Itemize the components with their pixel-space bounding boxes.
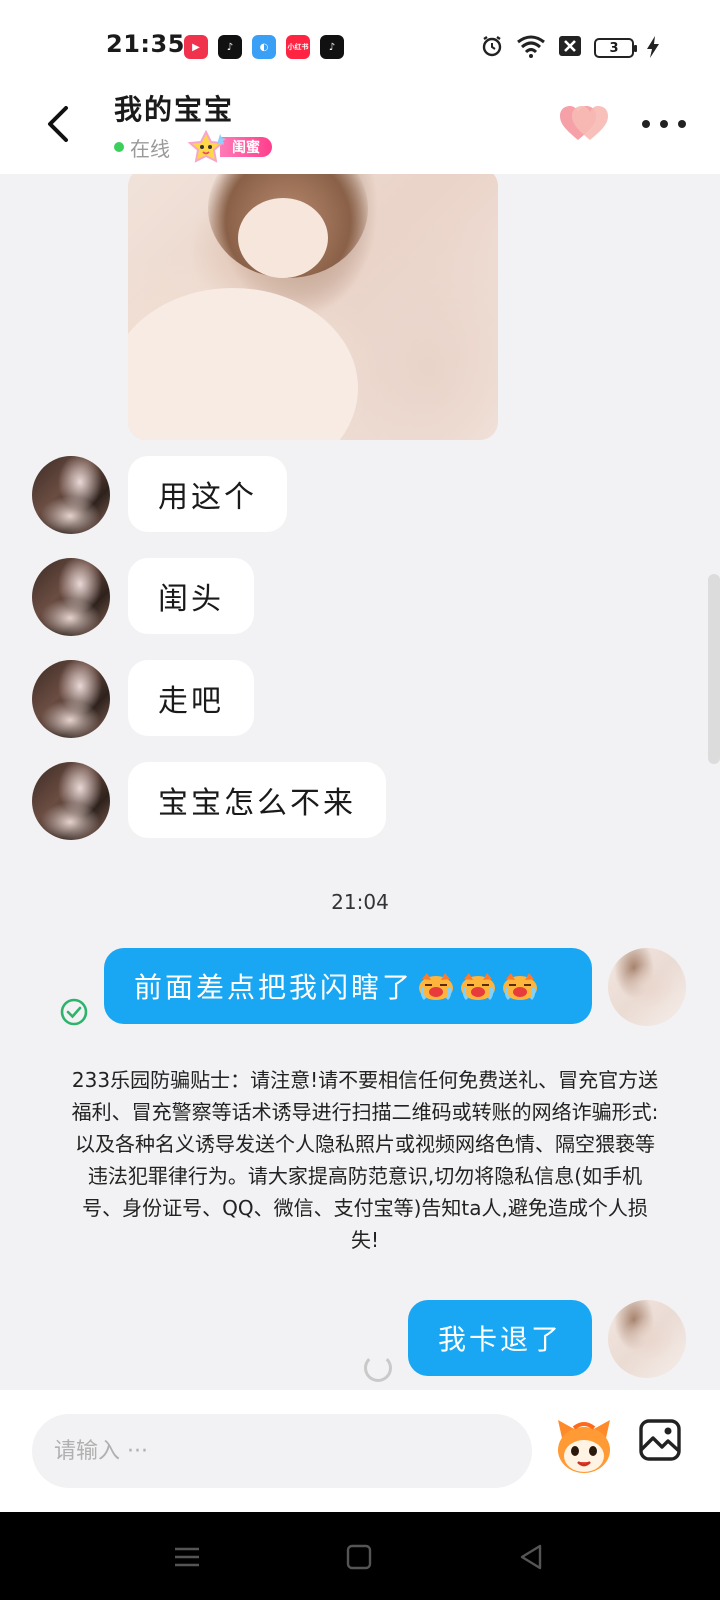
sending-spinner-icon: [364, 1354, 392, 1382]
my-avatar[interactable]: [608, 948, 686, 1026]
charging-icon: [646, 35, 660, 61]
online-dot-icon: [114, 142, 124, 152]
nav-back-button[interactable]: [514, 1540, 548, 1574]
anti-fraud-notice: 233乐园防骗贴士：请注意!请不要相信任何免费送礼、冒充官方送福利、冒充警察等话…: [71, 1068, 659, 1252]
system-nav-bar: [0, 1512, 720, 1600]
crying-emoji-icon: [501, 971, 539, 1001]
incoming-message[interactable]: 走吧: [128, 660, 254, 736]
outgoing-message[interactable]: 前面差点把我闪瞎了: [104, 948, 592, 1024]
contact-avatar[interactable]: [32, 762, 110, 840]
incoming-message[interactable]: 用这个: [128, 456, 287, 532]
input-bar: [0, 1390, 720, 1512]
home-square-icon: [346, 1544, 372, 1570]
tiktok-icon: ♪: [218, 35, 242, 59]
chat-scrollbar[interactable]: [708, 574, 720, 764]
star-mascot-icon: [186, 129, 228, 164]
message-timestamp: 21:04: [331, 890, 389, 914]
image-icon: [639, 1419, 681, 1461]
contact-avatar[interactable]: [32, 558, 110, 636]
contact-avatar[interactable]: [32, 660, 110, 738]
chat-header: 我的宝宝 在线 闺蜜: [0, 78, 720, 174]
xiaohongshu-icon: 小红书: [286, 35, 310, 59]
status-right-icons: 3: [480, 34, 660, 62]
contact-name: 我的宝宝: [114, 93, 235, 126]
photo-message[interactable]: [128, 174, 498, 440]
online-status: 在线: [130, 136, 170, 161]
video-app-icon: ▶: [184, 35, 208, 59]
my-avatar[interactable]: [608, 1300, 686, 1378]
recent-apps-button[interactable]: [170, 1540, 204, 1574]
alarm-icon: [480, 34, 504, 62]
message-input[interactable]: [32, 1414, 532, 1488]
outgoing-message[interactable]: 我卡退了: [408, 1300, 593, 1376]
contact-avatar[interactable]: [32, 456, 110, 534]
mascot-emoji-icon: [558, 1420, 610, 1473]
crying-emoji-icon: [459, 971, 497, 1001]
wifi-icon: [516, 34, 546, 62]
read-check-icon: [60, 998, 88, 1026]
notification-app-icons: ▶ ♪ ◐ 小红书 ♪: [184, 35, 344, 59]
more-dots-icon: [642, 120, 650, 128]
sim-blocked-icon: [558, 35, 582, 61]
outgoing-message-text: 前面差点把我闪瞎了: [134, 971, 414, 1004]
relationship-tag: 闺蜜: [186, 129, 272, 164]
battery-icon: 3: [594, 38, 637, 58]
tiktok-lite-icon: ♪: [320, 35, 344, 59]
crying-emoji-icon: [417, 971, 455, 1001]
incoming-message[interactable]: 宝宝怎么不来: [128, 762, 386, 838]
menu-lines-icon: [175, 1547, 199, 1567]
emoji-mascot-button[interactable]: [554, 1418, 614, 1476]
hearts-button[interactable]: [560, 104, 610, 144]
browser-app-icon: ◐: [252, 35, 276, 59]
incoming-message[interactable]: 闺头: [128, 558, 254, 634]
chat-messages[interactable]: 用这个 闺头 走吧 宝宝怎么不来 21:04 前面差点把我闪瞎了 233乐园防骗…: [0, 174, 720, 1390]
hearts-icon: [560, 106, 608, 140]
online-status-row: 在线 闺蜜: [114, 129, 272, 164]
back-button[interactable]: [38, 102, 78, 146]
back-triangle-icon: [520, 1544, 542, 1570]
send-image-button[interactable]: [638, 1418, 686, 1466]
back-arrow-icon: [48, 106, 68, 142]
status-time: 21:35: [106, 30, 185, 58]
home-button[interactable]: [342, 1540, 376, 1574]
more-options-button[interactable]: [642, 106, 686, 142]
